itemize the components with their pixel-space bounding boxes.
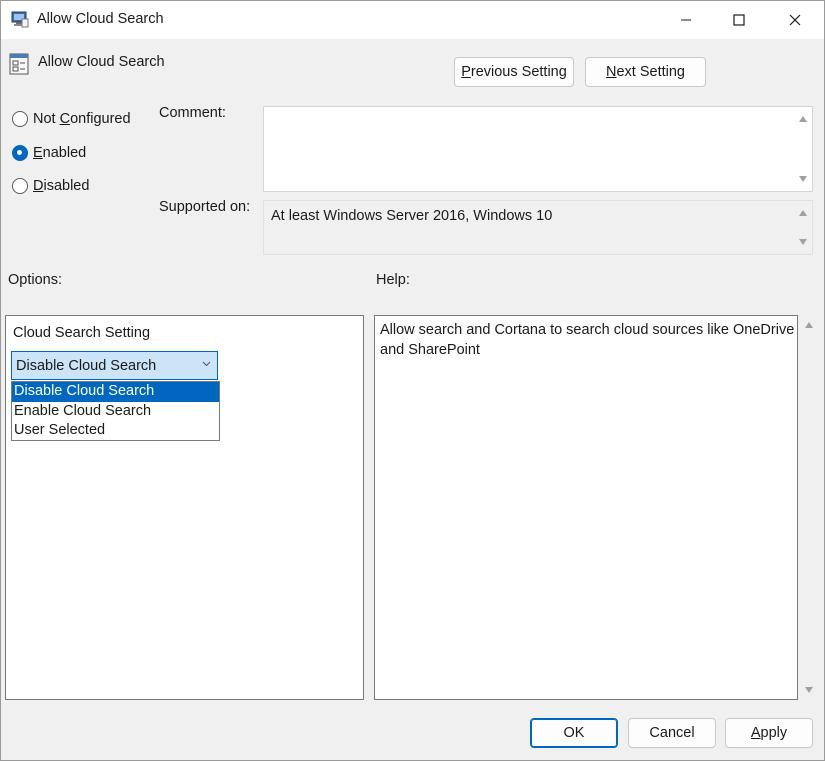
scroll-down-icon[interactable] [799, 239, 807, 245]
supported-on-field: At least Windows Server 2016, Windows 10 [263, 200, 813, 255]
close-icon [789, 14, 801, 26]
policy-title: Allow Cloud Search [38, 54, 165, 70]
group-policy-dialog: Allow Cloud Search Allow Cloud Search Pr… [0, 0, 825, 761]
radio-circle[interactable] [12, 145, 28, 161]
supported-on-value: At least Windows Server 2016, Windows 10 [271, 208, 553, 224]
maximize-button[interactable] [716, 1, 762, 39]
help-label: Help: [376, 272, 410, 288]
scroll-up-icon[interactable] [805, 322, 813, 328]
radio-label: Disabled [33, 178, 89, 194]
radio-disabled[interactable]: Disabled [12, 178, 89, 194]
ok-label: OK [563, 725, 585, 741]
comment-field[interactable] [263, 106, 813, 192]
radio-label: Not Configured [33, 111, 131, 127]
dropdown-selected-value: Disable Cloud Search [16, 357, 157, 374]
chevron-down-icon [202, 361, 211, 367]
radio-circle[interactable] [12, 111, 28, 127]
dropdown-option-disable[interactable]: Disable Cloud Search [12, 382, 219, 402]
comment-scrollbar[interactable] [794, 107, 812, 191]
ok-button[interactable]: OK [530, 718, 618, 748]
next-setting-button[interactable]: Next Setting [585, 57, 706, 87]
options-label: Options: [8, 272, 62, 288]
window-title: Allow Cloud Search [37, 11, 164, 27]
scroll-up-icon[interactable] [799, 210, 807, 216]
scroll-up-icon[interactable] [799, 116, 807, 122]
apply-button[interactable]: Apply [725, 718, 813, 748]
minimize-icon [681, 19, 691, 21]
cloud-search-setting-label: Cloud Search Setting [13, 325, 151, 341]
title-bar[interactable]: Allow Cloud Search [1, 1, 824, 39]
radio-accel: C [59, 111, 71, 127]
close-button[interactable] [772, 1, 818, 39]
maximize-icon [733, 14, 745, 26]
help-text-line: Allow search and Cortana to search cloud… [380, 322, 795, 338]
radio-label: Enabled [33, 145, 86, 161]
help-text-line: and SharePoint [380, 342, 480, 358]
radio-label-post: nabled [42, 145, 87, 161]
scroll-down-icon[interactable] [805, 687, 813, 693]
scroll-down-icon[interactable] [799, 176, 807, 182]
radio-accel: D [33, 178, 44, 194]
previous-setting-accel: P [461, 64, 471, 80]
next-setting-accel: N [606, 64, 617, 80]
supported-on-label: Supported on: [159, 199, 251, 215]
supported-on-scrollbar[interactable] [794, 201, 812, 254]
comment-label: Comment: [159, 105, 226, 121]
radio-not-configured[interactable]: Not Configured [12, 111, 131, 127]
minimize-button[interactable] [663, 1, 709, 39]
cloud-search-setting-dropdown[interactable]: Disable Cloud Search [11, 351, 218, 380]
cancel-label: Cancel [649, 725, 695, 741]
radio-label-pre: Not [33, 111, 60, 127]
previous-setting-label: revious Setting [470, 64, 567, 80]
policy-editor-icon [11, 10, 29, 28]
dropdown-option-user-selected[interactable]: User Selected [12, 421, 219, 441]
apply-accel: A [750, 725, 761, 741]
radio-enabled[interactable]: Enabled [12, 145, 86, 161]
policy-setting-icon [9, 53, 29, 75]
next-setting-label: ext Setting [616, 64, 685, 80]
help-scrollbar[interactable] [800, 315, 818, 700]
apply-label: pply [760, 725, 788, 741]
dropdown-list: Disable Cloud Search Enable Cloud Search… [11, 381, 220, 441]
dropdown-option-enable[interactable]: Enable Cloud Search [12, 402, 219, 422]
radio-circle[interactable] [12, 178, 28, 194]
help-text: Allow search and Cortana to search cloud… [380, 320, 794, 360]
radio-accel: E [33, 145, 43, 161]
radio-label-post: onfigured [70, 111, 131, 127]
previous-setting-button[interactable]: Previous Setting [454, 57, 574, 87]
cancel-button[interactable]: Cancel [628, 718, 716, 748]
help-panel: Allow search and Cortana to search cloud… [374, 315, 798, 700]
radio-label-post: isabled [43, 178, 90, 194]
